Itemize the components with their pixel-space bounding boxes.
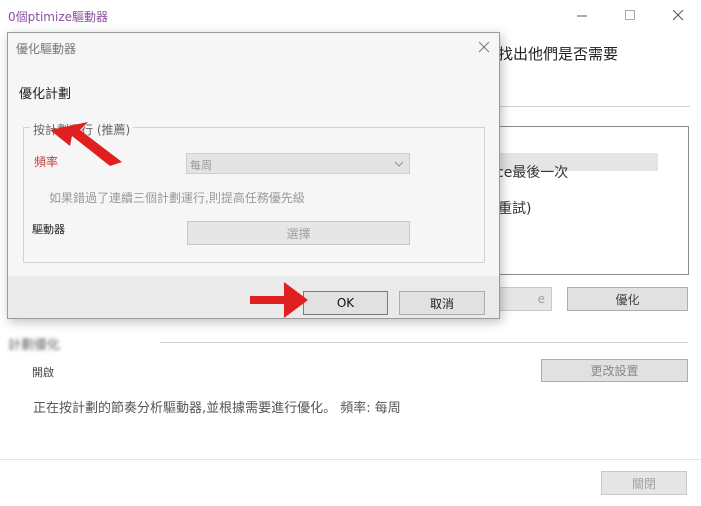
schedule-description: 正在按計劃的節奏分析驅動器,並根據需要進行優化。 頻率: 每周: [33, 401, 401, 416]
divider: [498, 106, 690, 107]
frequency-value: 每周: [190, 159, 212, 172]
schedule-status: 開啟: [32, 366, 54, 379]
change-settings-button[interactable]: 更改設置: [541, 359, 688, 382]
maximize-icon[interactable]: [620, 6, 640, 24]
chevron-down-icon: [394, 158, 404, 172]
annotation-arrow-icon: [50, 122, 122, 166]
drive-list[interactable]: ce最後一次 重試): [480, 126, 689, 275]
frequency-dropdown[interactable]: 每周: [186, 153, 410, 174]
ok-button[interactable]: OK: [303, 291, 388, 315]
drives-label: 驅動器: [32, 223, 65, 236]
choose-drives-button[interactable]: 選擇: [187, 221, 410, 245]
window-title: 0個ptimize驅動器: [8, 10, 108, 24]
dialog-title: 優化驅動器: [16, 42, 77, 56]
dialog-close-icon[interactable]: [474, 38, 494, 56]
cancel-button[interactable]: 取消: [399, 291, 485, 315]
annotation-arrow-icon-2: [250, 282, 308, 318]
intro-text: 找出他們是否需要: [498, 45, 619, 63]
list-row-text-2: 重試): [498, 201, 532, 217]
optimize-button[interactable]: 優化: [567, 287, 688, 311]
close-button[interactable]: 關閉: [601, 471, 687, 495]
scheduled-heading: 計劃優化: [8, 338, 61, 353]
close-icon[interactable]: [668, 6, 688, 24]
section-divider: [160, 342, 688, 343]
list-row-text: ce最後一次: [496, 165, 569, 181]
optimize-schedule-dialog: 優化驅動器 優化計劃 按計劃運行 (推薦) 頻率 每周 如果錯過了連續三個計劃運…: [7, 32, 500, 319]
bottom-divider: [0, 459, 701, 460]
dialog-heading: 優化計劃: [19, 87, 72, 102]
minimize-icon[interactable]: [572, 6, 592, 24]
escalate-priority-option[interactable]: 如果錯過了連續三個計劃運行,則提高任務優先級: [49, 189, 305, 206]
